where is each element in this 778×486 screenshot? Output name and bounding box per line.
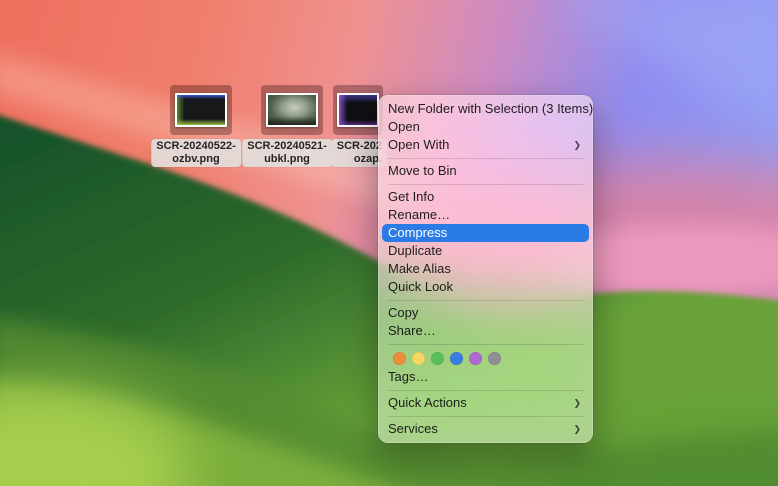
file-selection-tile bbox=[261, 85, 323, 135]
chevron-right-icon: ❯ bbox=[573, 140, 581, 150]
menu-item-get-info[interactable]: Get Info bbox=[382, 188, 589, 206]
chevron-right-icon: ❯ bbox=[573, 424, 581, 434]
menu-item-open-with[interactable]: Open With ❯ bbox=[382, 136, 589, 154]
menu-item-new-folder-with-selection[interactable]: New Folder with Selection (3 Items) bbox=[382, 100, 593, 118]
file-thumbnail-screenshot bbox=[175, 93, 227, 127]
menu-item-services[interactable]: Services ❯ bbox=[382, 420, 589, 438]
file-thumbnail-photo bbox=[266, 93, 318, 127]
menu-separator bbox=[388, 343, 583, 345]
menu-item-open[interactable]: Open bbox=[382, 118, 589, 136]
menu-separator bbox=[388, 415, 583, 417]
tag-color-dot[interactable] bbox=[431, 351, 444, 365]
menu-separator bbox=[388, 157, 583, 159]
menu-item-copy[interactable]: Copy bbox=[382, 304, 589, 322]
file-label: SCR-20240522- ozbv.png bbox=[151, 139, 241, 167]
file-selection-tile bbox=[170, 85, 232, 135]
menu-item-quick-look[interactable]: Quick Look bbox=[382, 278, 589, 296]
tag-color-dot[interactable] bbox=[469, 351, 482, 365]
file-thumbnail-screenshot bbox=[337, 93, 379, 127]
menu-separator bbox=[388, 183, 583, 185]
chevron-right-icon: ❯ bbox=[573, 398, 581, 408]
menu-item-duplicate[interactable]: Duplicate bbox=[382, 242, 589, 260]
tag-color-dot[interactable] bbox=[488, 351, 501, 365]
menu-separator bbox=[388, 299, 583, 301]
tag-color-dot[interactable] bbox=[412, 351, 425, 365]
menu-item-compress[interactable]: Compress bbox=[382, 224, 589, 242]
menu-item-make-alias[interactable]: Make Alias bbox=[382, 260, 589, 278]
menu-item-tags[interactable]: Tags… bbox=[382, 368, 589, 386]
menu-item-quick-actions[interactable]: Quick Actions ❯ bbox=[382, 394, 589, 412]
menu-separator bbox=[388, 389, 583, 391]
tag-color-dot[interactable] bbox=[393, 351, 406, 365]
context-menu: New Folder with Selection (3 Items) Open… bbox=[378, 95, 593, 443]
tag-dots bbox=[378, 348, 593, 368]
tag-color-dot[interactable] bbox=[450, 351, 463, 365]
file-selection-tile bbox=[333, 85, 383, 135]
desktop: { "wallpaper": {"name": "macos-sonoma-gr… bbox=[0, 0, 778, 486]
file-label: SCR-20240521- ubkl.png bbox=[242, 139, 332, 167]
menu-item-share[interactable]: Share… bbox=[382, 322, 589, 340]
menu-item-rename[interactable]: Rename… bbox=[382, 206, 589, 224]
menu-item-move-to-bin[interactable]: Move to Bin bbox=[382, 162, 589, 180]
